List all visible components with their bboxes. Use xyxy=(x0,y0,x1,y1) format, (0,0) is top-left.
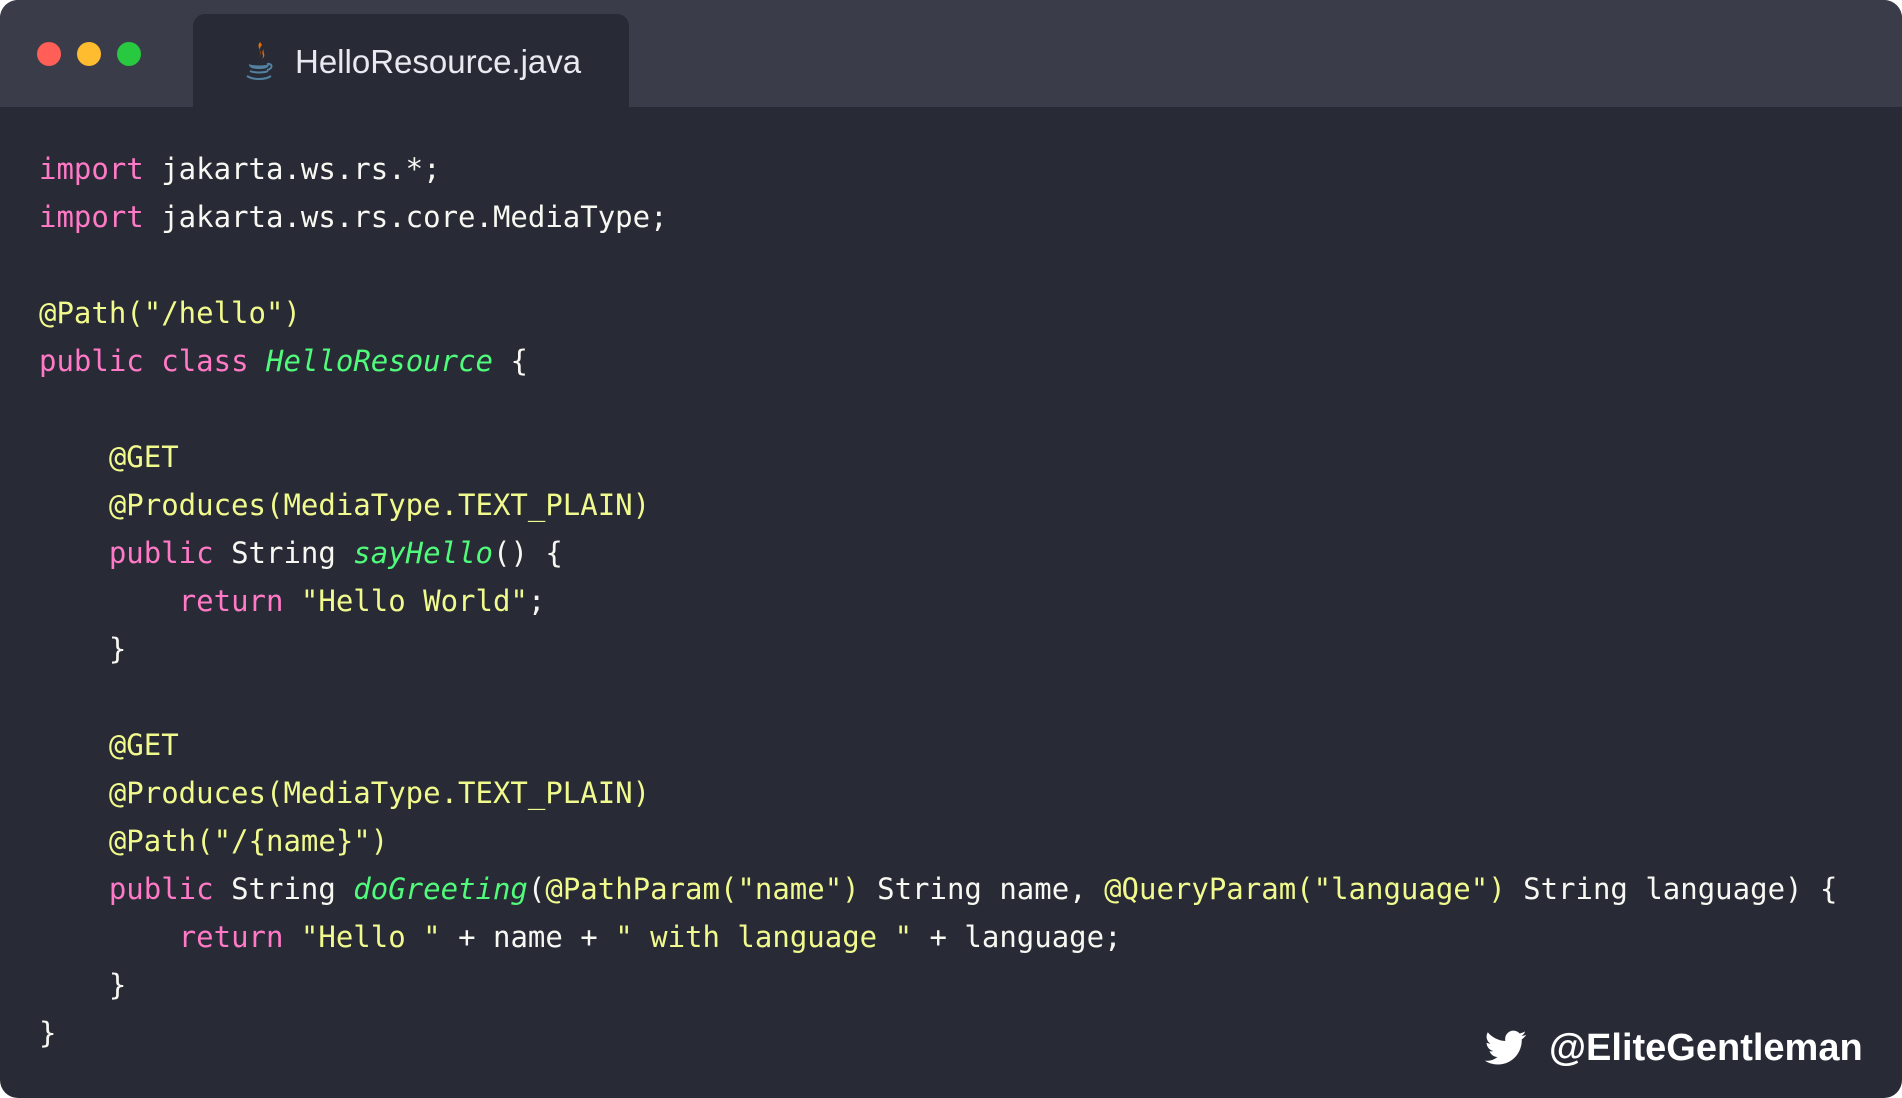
code-token: public xyxy=(108,872,214,906)
code-token: @GET xyxy=(108,440,179,474)
code-line: import jakarta.ws.rs.core.MediaType; xyxy=(39,193,1837,241)
code-window: HelloResource.java import jakarta.ws.rs.… xyxy=(0,0,1902,1098)
code-token: public xyxy=(108,536,214,570)
code-token: () { xyxy=(492,536,563,570)
code-line: public String doGreeting(@PathParam("nam… xyxy=(39,865,1838,913)
code-token: String name, xyxy=(859,872,1105,906)
code-token: + name + xyxy=(440,920,616,954)
code-line: @Produces(MediaType.TEXT_PLAIN) xyxy=(39,769,1837,817)
twitter-bird-icon xyxy=(1485,1030,1527,1065)
code-token: "Hello World" xyxy=(300,584,528,618)
code-token: doGreeting xyxy=(353,872,528,906)
twitter-credit: @EliteGentleman xyxy=(1485,1022,1863,1074)
code-line: } xyxy=(39,961,1837,1009)
code-editor[interactable]: import jakarta.ws.rs.*; import jakarta.ws… xyxy=(39,145,1837,1057)
code-token: return xyxy=(178,584,284,618)
code-token: } xyxy=(39,968,127,1002)
code-token: public xyxy=(39,344,144,378)
code-token: @GET xyxy=(108,728,179,762)
maximize-button[interactable] xyxy=(117,42,141,66)
code-token: class xyxy=(161,344,249,378)
code-token: } xyxy=(39,632,127,666)
code-line: public class HelloResource { xyxy=(39,337,1837,385)
code-token: " with language " xyxy=(615,920,913,954)
code-line: @GET xyxy=(39,721,1837,769)
code-line: import jakarta.ws.rs.*; xyxy=(39,145,1837,193)
code-token: @Path("/{name}") xyxy=(108,824,389,858)
code-token: ( xyxy=(527,872,546,906)
code-line: @Path("/hello") xyxy=(39,289,1837,337)
code-token: { xyxy=(493,344,528,378)
code-token: @PathParam("name") xyxy=(545,872,860,906)
code-token: String xyxy=(213,872,354,906)
code-token: @QueryParam("language") xyxy=(1104,872,1506,906)
twitter-handle: @EliteGentleman xyxy=(1549,1026,1863,1069)
code-token: import xyxy=(39,152,144,186)
code-token: String language) { xyxy=(1505,872,1838,906)
code-token: HelloResource xyxy=(266,344,493,378)
code-token: @Path("/hello") xyxy=(39,296,301,330)
tab-title: HelloResource.java xyxy=(295,43,582,80)
code-token: @Produces(MediaType.TEXT_PLAIN) xyxy=(108,776,651,810)
code-token: import xyxy=(39,200,144,234)
code-line: return "Hello World"; xyxy=(39,577,1837,625)
code-token: + language; xyxy=(912,920,1122,954)
code-token: "Hello " xyxy=(300,920,441,954)
code-line: @GET xyxy=(39,433,1837,481)
minimize-button[interactable] xyxy=(77,42,101,66)
code-token: } xyxy=(39,1016,57,1050)
code-token: @Produces(MediaType.TEXT_PLAIN) xyxy=(108,488,651,522)
code-token: jakarta.ws.rs.core.MediaType; xyxy=(143,200,668,234)
code-line: @Path("/{name}") xyxy=(39,817,1837,865)
code-token: jakarta.ws.rs.*; xyxy=(143,152,441,186)
close-button[interactable] xyxy=(37,42,61,66)
code-line: @Produces(MediaType.TEXT_PLAIN) xyxy=(39,481,1837,529)
code-line: public String sayHello() { xyxy=(39,529,1837,577)
code-line: return "Hello " + name + " with language… xyxy=(39,913,1837,961)
code-token: ; xyxy=(527,584,546,618)
code-token: return xyxy=(178,920,284,954)
file-tab[interactable]: HelloResource.java xyxy=(193,14,629,107)
code-line: } xyxy=(39,625,1837,673)
title-bar: HelloResource.java xyxy=(0,0,1902,107)
code-token: sayHello xyxy=(353,536,493,570)
java-icon xyxy=(246,42,273,80)
code-token: String xyxy=(213,536,354,570)
